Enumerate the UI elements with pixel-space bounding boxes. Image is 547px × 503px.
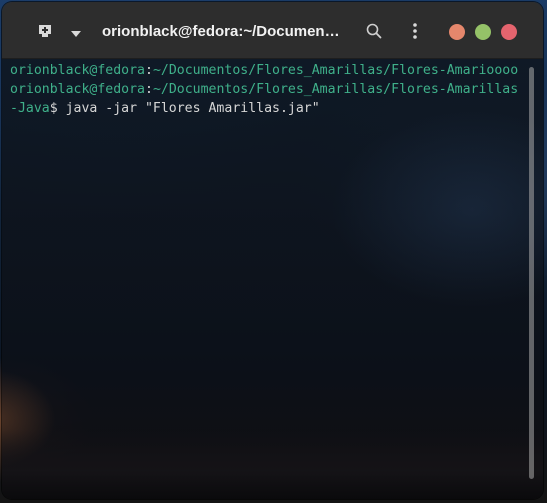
prompt-separator: : [144, 63, 153, 78]
terminal-line: -Java$ java -jar "Flores Amarillas.jar" [10, 99, 522, 118]
terminal-window: orionblack@fedora:~/Documen… orionblack@… [2, 2, 543, 499]
tab-menu-dropdown-button[interactable] [66, 22, 86, 44]
prompt-path: ~/Documentos/Flores_Amarillas/Flores-Ama… [152, 63, 519, 78]
kebab-menu-icon [413, 22, 417, 44]
close-button[interactable] [501, 24, 517, 40]
prompt-user-host: orionblack@fedora [10, 82, 145, 97]
terminal-line: orionblack@fedora:~/Documentos/Flores_Am… [10, 61, 522, 80]
prompt-path: -Java [10, 101, 50, 116]
chevron-down-icon [71, 24, 81, 42]
command-text: $ java -jar "Flores Amarillas.jar" [49, 101, 320, 116]
search-icon [366, 23, 382, 44]
terminal-line: orionblack@fedora:~/Documentos/Flores_Am… [10, 80, 522, 99]
prompt-separator: : [144, 82, 153, 97]
maximize-button[interactable] [475, 24, 491, 40]
scrollbar[interactable] [529, 67, 534, 479]
search-button[interactable] [362, 22, 386, 44]
header-bar: orionblack@fedora:~/Documen… [2, 2, 543, 59]
main-menu-button[interactable] [405, 22, 425, 44]
minimize-button[interactable] [449, 24, 465, 40]
prompt-path: ~/Documentos/Flores_Amarillas/Flores-Ama… [152, 82, 519, 97]
window-title: orionblack@fedora:~/Documen… [102, 23, 340, 40]
terminal-output: orionblack@fedora:~/Documentos/Flores_Am… [10, 61, 522, 118]
new-tab-icon [37, 24, 53, 43]
prompt-user-host: orionblack@fedora [10, 63, 145, 78]
terminal-area[interactable]: orionblack@fedora:~/Documentos/Flores_Am… [2, 59, 543, 499]
new-tab-button[interactable] [32, 22, 58, 44]
